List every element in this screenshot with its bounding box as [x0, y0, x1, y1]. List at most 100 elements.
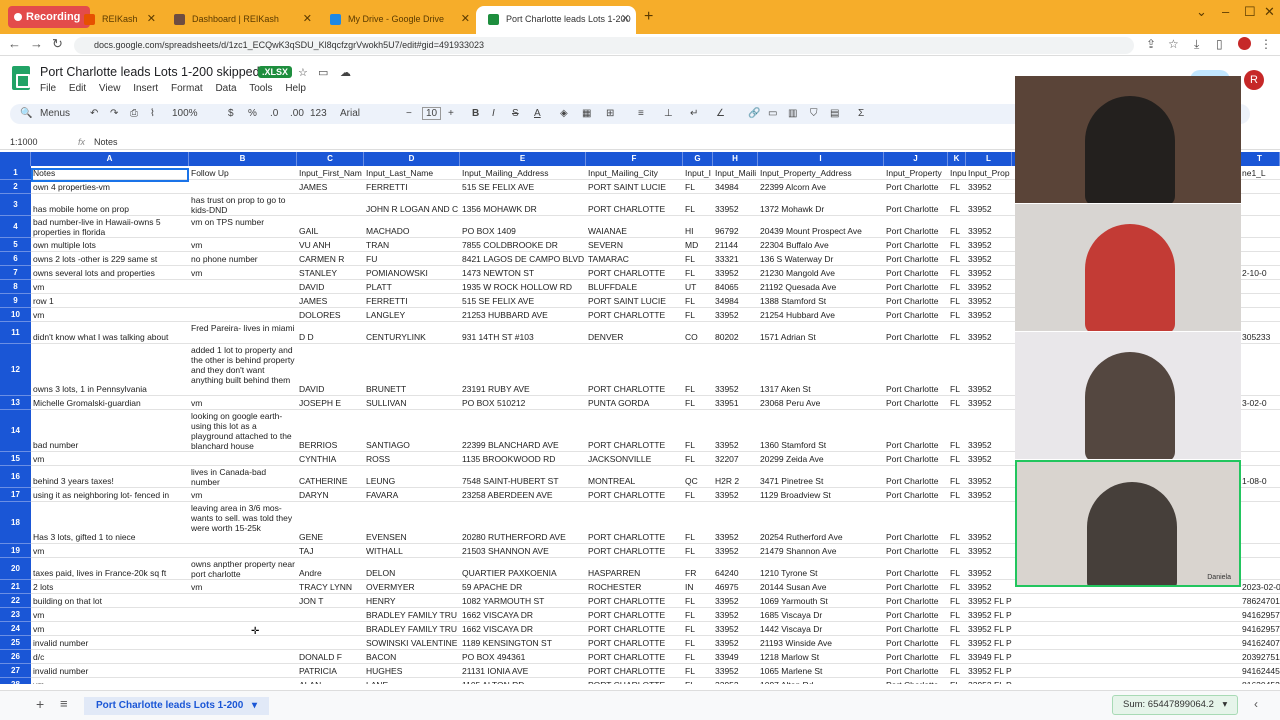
table-cell[interactable]: [1240, 384, 1280, 395]
table-cell[interactable]: [189, 296, 297, 307]
zoom-select[interactable]: 100%: [172, 108, 198, 119]
comment-icon[interactable]: ▭: [768, 108, 777, 119]
table-cell[interactable]: 136 S Waterway Dr: [758, 254, 884, 265]
table-cell[interactable]: WITHALL: [364, 546, 460, 557]
tab-dashboard[interactable]: Dashboard | REIKash ✕: [162, 6, 318, 34]
close-tab-icon[interactable]: ✕: [303, 6, 312, 32]
table-cell[interactable]: [297, 610, 364, 621]
row-header[interactable]: 15: [0, 452, 31, 466]
row-header[interactable]: 25: [0, 636, 31, 650]
close-tab-icon[interactable]: ✕: [621, 6, 630, 32]
table-cell[interactable]: FL: [948, 546, 966, 557]
more-icon[interactable]: ⋮: [1260, 37, 1272, 51]
table-cell[interactable]: FL: [683, 490, 713, 501]
table-cell[interactable]: 1935 W ROCK HOLLOW RD: [460, 282, 586, 293]
row-header[interactable]: 23: [0, 608, 31, 622]
table-cell[interactable]: 33952 FL Port 16E 10 Land Line: [966, 610, 1012, 621]
table-cell[interactable]: FL: [948, 490, 966, 501]
menu-insert[interactable]: Insert: [133, 83, 158, 94]
table-cell[interactable]: no phone number: [189, 254, 297, 265]
table-cell[interactable]: BRADLEY FAMILY TRU: [364, 624, 460, 635]
table-cell[interactable]: OVERMYER: [364, 582, 460, 593]
table-cell[interactable]: 1218 Marlow St: [758, 652, 884, 663]
row-header[interactable]: 27: [0, 664, 31, 678]
table-cell[interactable]: [189, 310, 297, 321]
vertical-align-icon[interactable]: ⊥: [664, 108, 673, 119]
table-cell[interactable]: Input_I: [683, 168, 713, 179]
more-formats-button[interactable]: 123: [310, 108, 327, 119]
table-cell[interactable]: 33321: [713, 254, 758, 265]
table-cell[interactable]: 33952: [713, 384, 758, 395]
table-cell[interactable]: using it as neighboring lot- fenced in: [31, 490, 189, 501]
table-cell[interactable]: 2039275133: [1240, 652, 1280, 663]
row-header[interactable]: 18: [0, 502, 31, 544]
table-cell[interactable]: FERRETTI: [364, 182, 460, 193]
table-cell[interactable]: vm: [31, 310, 189, 321]
table-cell[interactable]: 8421 LAGOS DE CAMPO BLVD: [460, 254, 586, 265]
table-cell[interactable]: Andre: [297, 568, 364, 579]
table-cell[interactable]: Port Charlotte: [884, 638, 948, 649]
table-cell[interactable]: PORT CHARLOTTE: [586, 596, 683, 607]
column-header-d[interactable]: D: [364, 152, 460, 166]
table-cell[interactable]: own 4 properties-vm: [31, 182, 189, 193]
table-cell[interactable]: 33952: [966, 296, 1012, 307]
strikethrough-icon[interactable]: S: [512, 108, 519, 119]
font-select[interactable]: Arial: [340, 108, 360, 119]
row-header[interactable]: 6: [0, 252, 31, 266]
table-cell[interactable]: 515 SE FELIX AVE: [460, 182, 586, 193]
column-header-f[interactable]: F: [586, 152, 683, 166]
table-cell[interactable]: FL: [683, 204, 713, 215]
table-cell[interactable]: 34984: [713, 182, 758, 193]
row-header[interactable]: 9: [0, 294, 31, 308]
row-header[interactable]: 24: [0, 622, 31, 636]
table-cell[interactable]: Follow Up: [189, 168, 297, 179]
maximize-icon[interactable]: ☐: [1244, 4, 1256, 20]
url-field[interactable]: docs.google.com/spreadsheets/d/1zc1_ECQw…: [74, 37, 1134, 54]
text-rotation-icon[interactable]: ∠: [716, 108, 725, 119]
table-cell[interactable]: [189, 652, 297, 663]
table-cell[interactable]: Port Charlotte: [884, 204, 948, 215]
table-cell[interactable]: SULLIVAN: [364, 398, 460, 409]
table-cell[interactable]: 1129 Broadview St: [758, 490, 884, 501]
table-cell[interactable]: 33952: [966, 476, 1012, 487]
table-cell[interactable]: 33952: [713, 596, 758, 607]
table-cell[interactable]: PORT CHARLOTTE: [586, 680, 683, 684]
row-header[interactable]: 2: [0, 180, 31, 194]
table-cell[interactable]: Port Charlotte: [884, 440, 948, 451]
close-window-icon[interactable]: ✕: [1264, 4, 1275, 20]
table-cell[interactable]: 7862470123 2023-02-0: [1240, 596, 1280, 607]
tab-reikash[interactable]: REIKash ✕: [72, 6, 162, 34]
column-header-c[interactable]: C: [297, 152, 364, 166]
table-cell[interactable]: JOHN R LOGAN AND C: [364, 204, 460, 215]
table-cell[interactable]: Input_Property: [884, 168, 948, 179]
table-cell[interactable]: 33952 FL Port 118 10 Land Line: [966, 638, 1012, 649]
doc-title[interactable]: Port Charlotte leads Lots 1-200 skipped: [40, 65, 260, 79]
table-cell[interactable]: vm: [31, 282, 189, 293]
table-cell[interactable]: 1571 Adrian St: [758, 332, 884, 343]
table-cell[interactable]: 21253 HUBBARD AVE: [460, 310, 586, 321]
table-cell[interactable]: [1240, 254, 1280, 265]
row-header[interactable]: 10: [0, 308, 31, 322]
row-header[interactable]: 3: [0, 194, 31, 216]
table-cell[interactable]: GENE: [297, 532, 364, 543]
table-cell[interactable]: JAMES: [297, 182, 364, 193]
table-cell[interactable]: FL: [948, 226, 966, 237]
table-cell[interactable]: FL: [948, 610, 966, 621]
table-cell[interactable]: POMIANOWSKI: [364, 268, 460, 279]
name-box[interactable]: 1:1000: [10, 137, 38, 147]
table-cell[interactable]: FL: [683, 454, 713, 465]
table-cell[interactable]: MACHADO: [364, 226, 460, 237]
table-cell[interactable]: Port Charlotte: [884, 310, 948, 321]
table-cell[interactable]: JON T: [297, 596, 364, 607]
borders-icon[interactable]: ▦: [582, 108, 591, 119]
table-cell[interactable]: QUARTIER PAXKOENIA: [460, 568, 586, 579]
table-cell[interactable]: 1135 BROOKWOOD RD: [460, 454, 586, 465]
close-tab-icon[interactable]: ✕: [461, 6, 470, 32]
table-cell[interactable]: 22304 Buffalo Ave: [758, 240, 884, 251]
column-header-t[interactable]: T: [1240, 152, 1280, 166]
table-cell[interactable]: Input_Maili: [713, 168, 758, 179]
table-cell[interactable]: Port Charlotte: [884, 680, 948, 684]
row-header[interactable]: 16: [0, 466, 31, 488]
table-cell[interactable]: 1-08-0: [1240, 476, 1280, 487]
table-cell[interactable]: Port Charlotte: [884, 226, 948, 237]
